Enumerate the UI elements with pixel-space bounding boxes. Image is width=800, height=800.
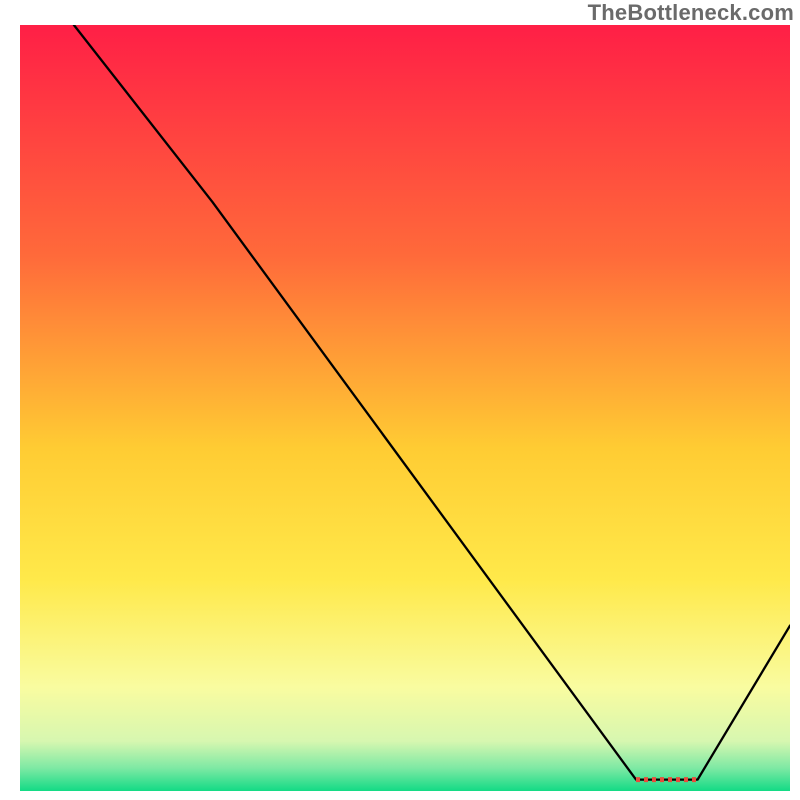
- bottleneck-chart: [20, 25, 790, 795]
- chart-area: [20, 25, 790, 795]
- gradient-background: [20, 25, 790, 795]
- baseline-strip: [20, 791, 790, 795]
- watermark-text: TheBottleneck.com: [588, 0, 794, 26]
